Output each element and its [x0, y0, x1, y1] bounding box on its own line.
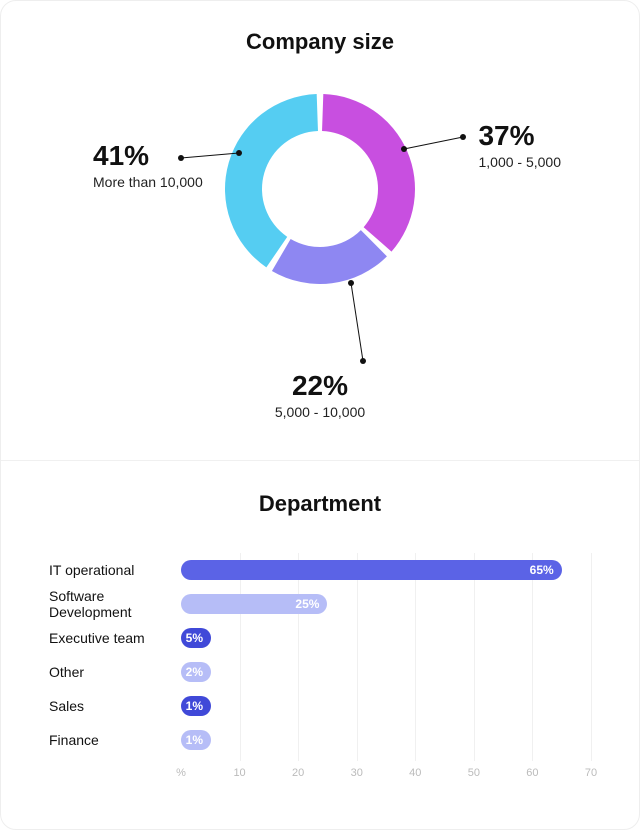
donut-label-right: 37% 1,000 - 5,000 — [478, 121, 561, 170]
donut-label-bottom: 22% 5,000 - 10,000 — [275, 371, 365, 420]
gridline — [532, 553, 533, 761]
x-tick: 30 — [351, 767, 363, 779]
company-size-section: Company size 41% More than 10,000 37% 1,… — [1, 1, 639, 461]
gridline — [298, 553, 299, 761]
bar-category-label: IT operational — [49, 553, 181, 587]
bar-category-label: Finance — [49, 723, 181, 757]
bar-x-axis: %10203040506070 — [181, 767, 591, 783]
bar-category-label: Executive team — [49, 621, 181, 655]
donut-label-left: 41% More than 10,000 — [93, 141, 203, 190]
bar: 65% — [181, 560, 562, 580]
donut-slice — [272, 230, 387, 284]
donut-bottom-sub: 5,000 - 10,000 — [275, 404, 365, 420]
donut-left-pct: 41% — [93, 141, 203, 172]
bar: 5% — [181, 628, 211, 648]
donut-bottom-pct: 22% — [275, 371, 365, 402]
bar-category-labels: IT operationalSoftware DevelopmentExecut… — [49, 553, 181, 757]
bar-category-label: Other — [49, 655, 181, 689]
company-size-donut — [220, 89, 420, 289]
gridline — [591, 553, 592, 761]
bar-category-label: Sales — [49, 689, 181, 723]
x-tick: 10 — [233, 767, 245, 779]
x-tick: % — [176, 767, 186, 779]
gridline — [357, 553, 358, 761]
x-tick: 60 — [526, 767, 538, 779]
bar-plot-area: %10203040506070 65%25%5%2%1%1% — [181, 553, 591, 757]
bar: 1% — [181, 730, 211, 750]
gridline — [474, 553, 475, 761]
bar: 1% — [181, 696, 211, 716]
x-tick: 50 — [468, 767, 480, 779]
company-size-title: Company size — [1, 29, 639, 55]
gridline — [240, 553, 241, 761]
department-title: Department — [49, 491, 591, 517]
department-section: Department IT operationalSoftware Develo… — [1, 461, 639, 777]
donut-right-sub: 1,000 - 5,000 — [478, 154, 561, 170]
donut-right-pct: 37% — [478, 121, 561, 152]
x-tick: 70 — [585, 767, 597, 779]
donut-slice — [225, 94, 318, 267]
dashboard-card: Company size 41% More than 10,000 37% 1,… — [0, 0, 640, 830]
donut-slice — [322, 94, 415, 252]
gridline — [415, 553, 416, 761]
department-bar-chart: IT operationalSoftware DevelopmentExecut… — [49, 553, 591, 757]
bar-category-label: Software Development — [49, 587, 181, 621]
x-tick: 20 — [292, 767, 304, 779]
bar: 25% — [181, 594, 327, 614]
x-tick: 40 — [409, 767, 421, 779]
donut-left-sub: More than 10,000 — [93, 174, 203, 190]
bar: 2% — [181, 662, 211, 682]
